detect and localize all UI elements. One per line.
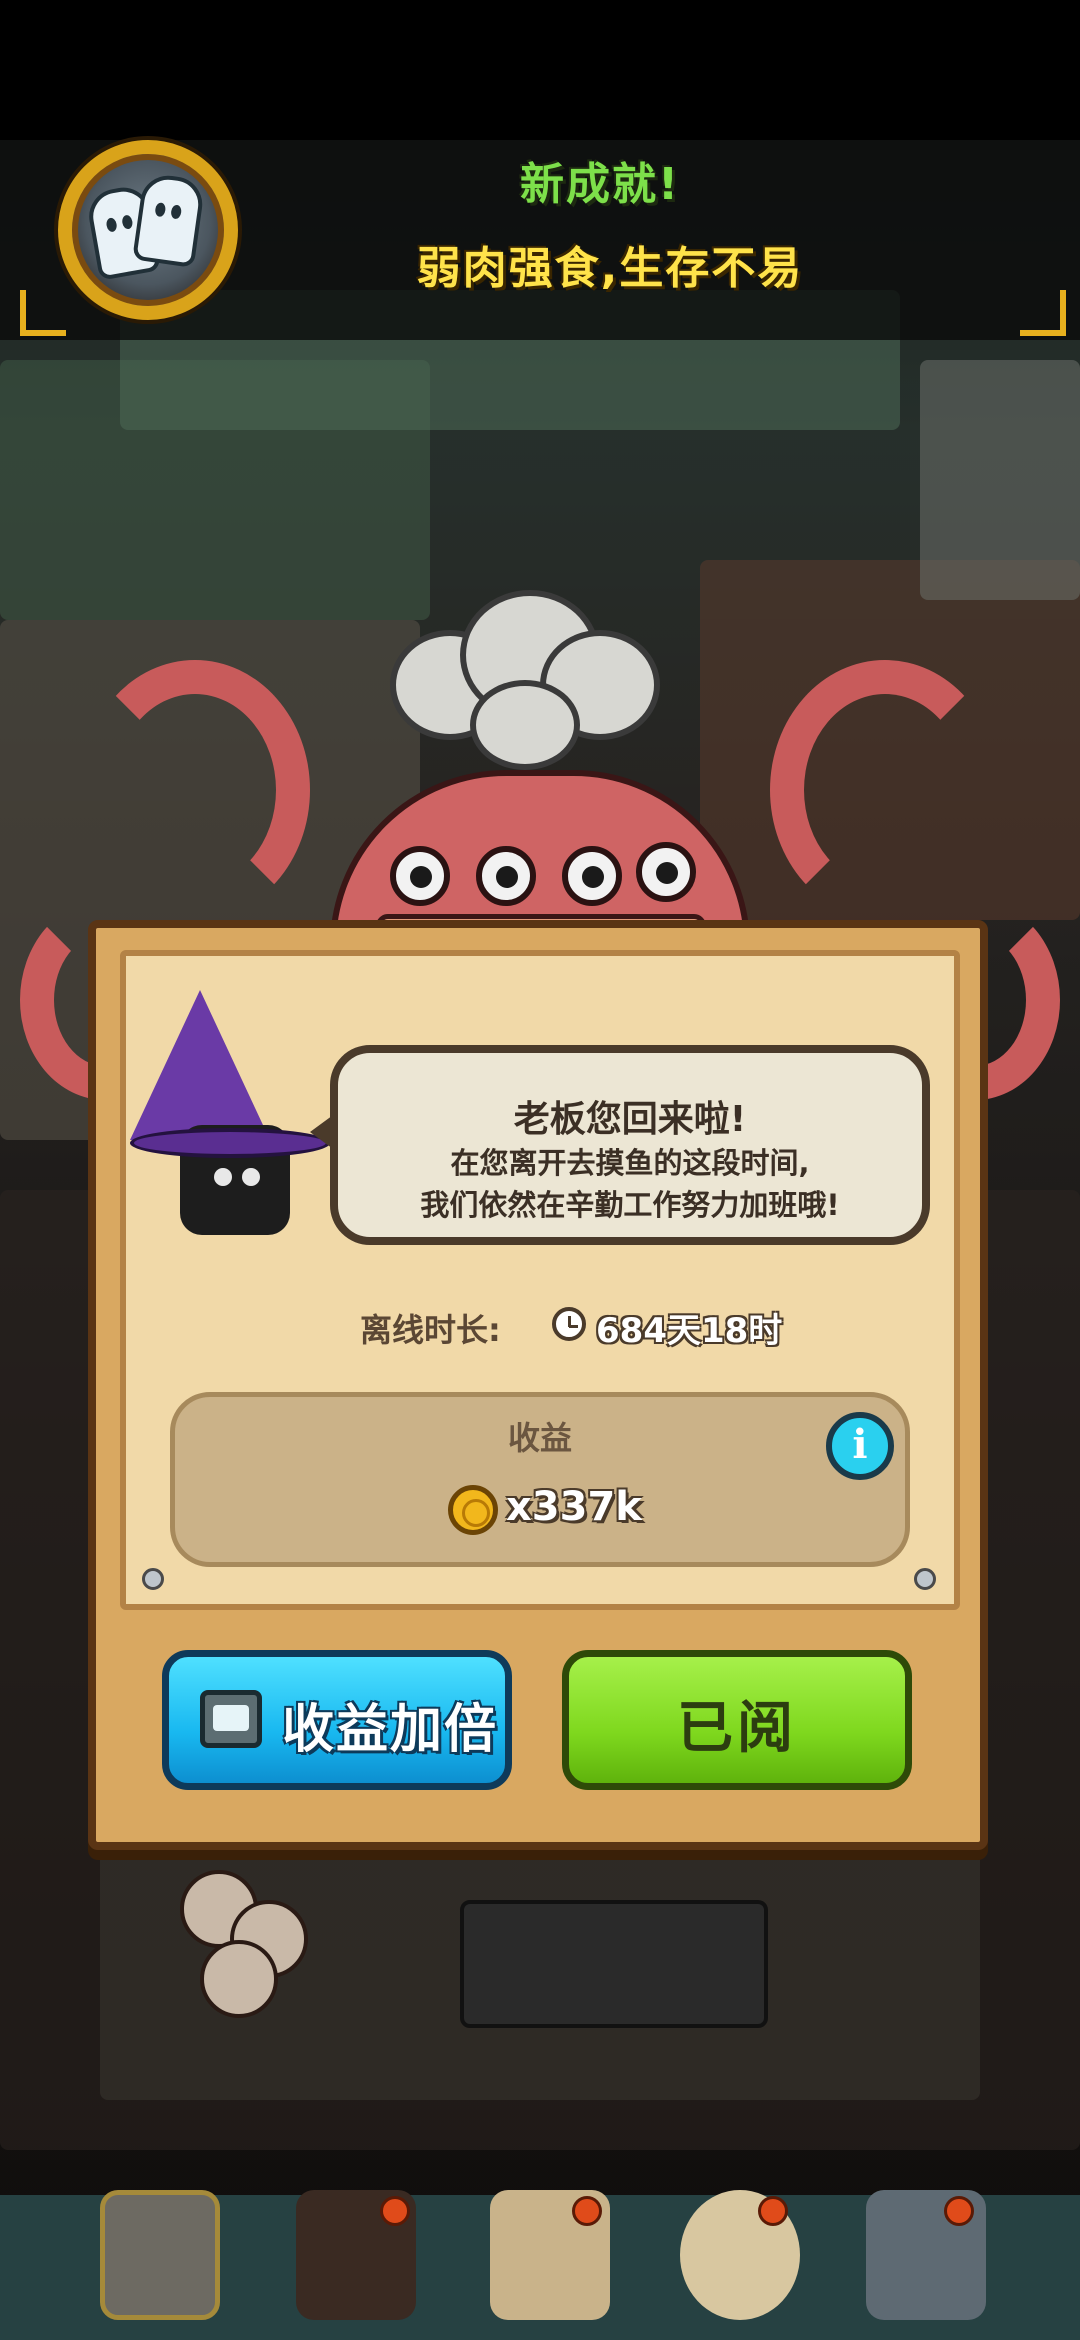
eyeball-prop: [200, 1940, 278, 2018]
chef-hat-puff: [470, 680, 580, 770]
message-line: 在您离开去摸鱼的这段时间,: [450, 1146, 810, 1180]
message-line: 我们依然在辛勤工作努力加班哦!: [420, 1188, 840, 1222]
chef-hat: [390, 590, 660, 770]
offline-duration-value: 684天18时: [596, 1311, 783, 1351]
building-wall: [920, 360, 1080, 600]
octopus-eye: [636, 842, 696, 902]
witch-eye: [214, 1168, 232, 1186]
ghost-icon: [132, 172, 206, 268]
notification-badge: [944, 2196, 974, 2226]
top-bar: [0, 0, 1080, 140]
coin-icon: [448, 1485, 498, 1535]
witch-eye: [242, 1168, 260, 1186]
achievement-title: 新成就!: [519, 159, 681, 210]
octopus-tentacle: [770, 660, 1000, 920]
tv-icon: [200, 1690, 262, 1748]
kitchen-nav-icon[interactable]: [100, 2190, 220, 2320]
ghost-eye: [154, 202, 167, 218]
notification-badge: [758, 2196, 788, 2226]
notification-badge: [572, 2196, 602, 2226]
clock-icon: [552, 1307, 586, 1341]
stove-prop: [460, 1900, 768, 2028]
notification-badge: [380, 2196, 410, 2226]
octopus-eye: [476, 846, 536, 906]
octopus-tentacle: [80, 660, 310, 920]
rivet: [142, 1568, 164, 1590]
octopus-eye: [390, 846, 450, 906]
ghost-medal-icon: [58, 140, 238, 320]
income-value: x337k: [506, 1484, 642, 1530]
offline-duration-label: 离线时长:: [360, 1311, 501, 1349]
octopus-eye: [562, 846, 622, 906]
ghost-eye: [121, 214, 134, 230]
info-button[interactable]: i: [826, 1412, 894, 1480]
double-income-label: 收益加倍: [282, 1700, 499, 1760]
witch-hat-icon: [130, 990, 270, 1140]
achievement-name: 弱肉强食,生存不易: [416, 243, 804, 294]
greeting-text: 老板您回来啦!: [513, 1099, 747, 1140]
ghost-eye: [170, 204, 183, 220]
ghost-eye: [105, 217, 118, 233]
read-button-label: 已阅: [677, 1696, 797, 1761]
rivet: [914, 1568, 936, 1590]
banner-corner: [20, 290, 66, 336]
income-label: 收益: [507, 1419, 572, 1457]
witch-hat-brim: [130, 1128, 330, 1158]
banner-corner: [1020, 290, 1066, 336]
